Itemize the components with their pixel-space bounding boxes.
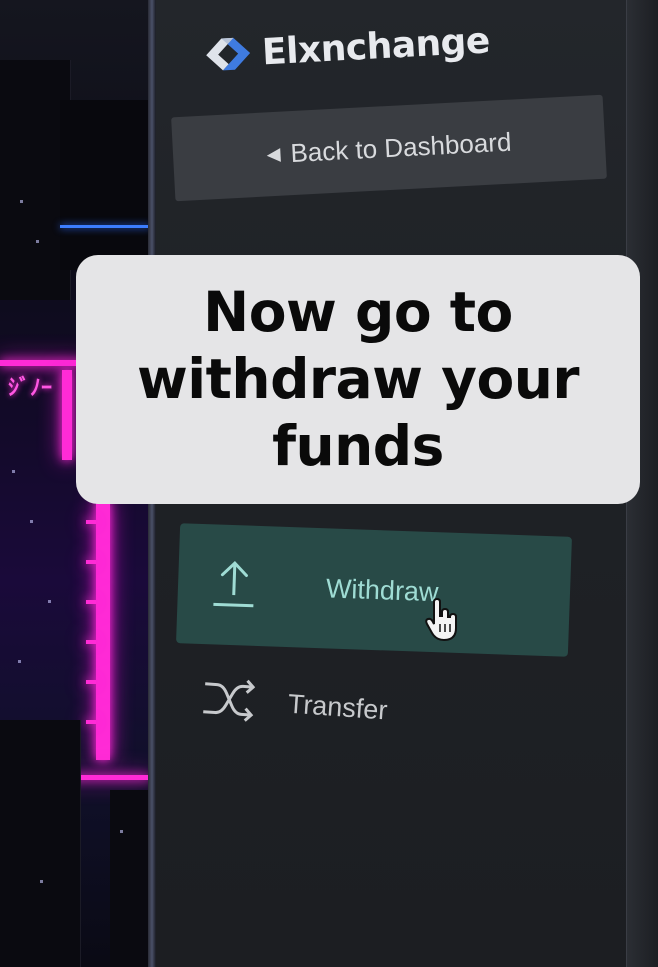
sidebar-item-withdraw[interactable]: Withdraw (176, 523, 572, 657)
brand-name: Elxnchange (261, 19, 491, 73)
shuffle-icon (199, 674, 258, 726)
exchange-logo-icon (199, 27, 258, 82)
back-button-label: Back to Dashboard (289, 126, 513, 168)
upload-icon (211, 558, 257, 612)
neon-sign: ｼﾞﾉｰ (8, 376, 53, 401)
instruction-caption: Now go to withdraw your funds (76, 255, 640, 504)
hand-pointer-cursor-icon (424, 597, 460, 642)
sidebar-item-label: Transfer (287, 688, 389, 726)
caption-text: Now go to withdraw your funds (136, 280, 580, 478)
sidebar-item-label: Withdraw (325, 572, 440, 607)
screen: ｼﾞﾉｰ Elxnchange ◀ Back to Dashboard With… (0, 0, 658, 967)
chevron-left-icon: ◀ (266, 143, 281, 164)
